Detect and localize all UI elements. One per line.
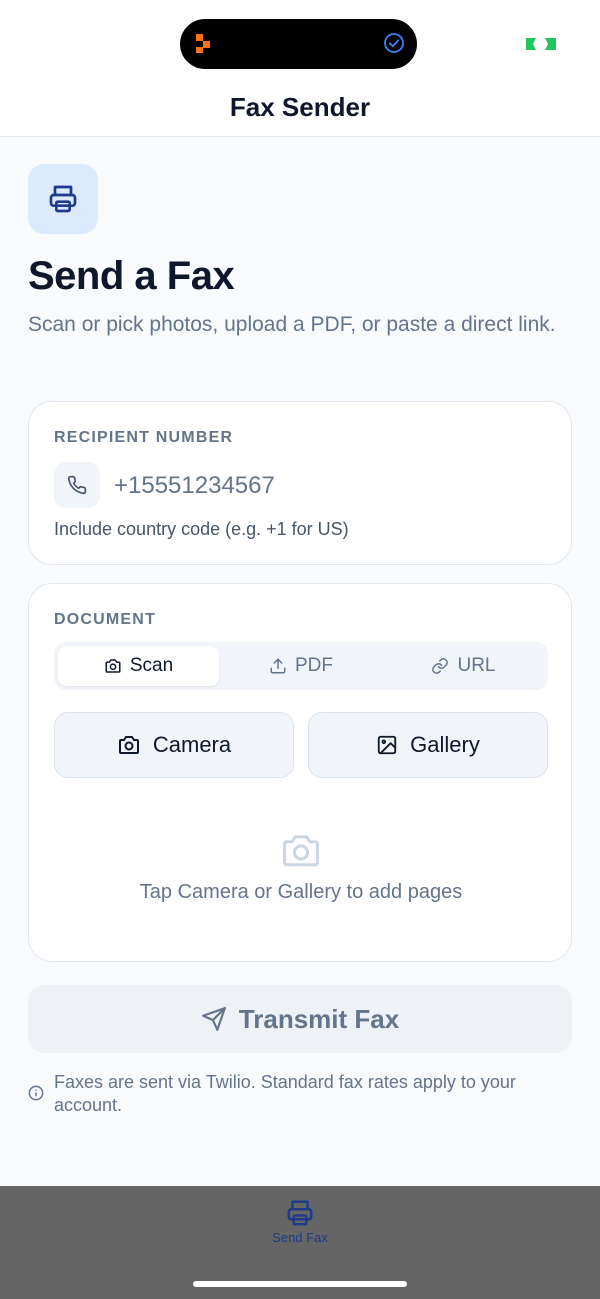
printer-badge [28,164,98,234]
app-activity-icon [196,34,210,53]
billing-note: Faxes are sent via Twilio. Standard fax … [54,1072,516,1115]
phone-icon [67,475,87,495]
tab-scan[interactable]: Scan [58,646,219,686]
recipient-helper-text: Include country code (e.g. +1 for US) [54,519,349,539]
bottom-tab-bar: Send Fax [0,1186,600,1299]
battery-icon [526,38,556,50]
recipient-card: RECIPIENT NUMBER Include country code (e… [28,401,572,565]
upload-icon [270,658,286,674]
nav-send-fax-label: Send Fax [272,1230,328,1245]
recipient-label: RECIPIENT NUMBER [54,429,234,446]
recipient-number-input[interactable] [114,464,534,508]
dynamic-island [180,19,417,69]
document-card: DOCUMENT Scan PDF URL Camera Gallery Tap… [28,583,572,962]
tab-url-label: URL [457,655,496,676]
hero-title: Send a Fax [28,254,235,298]
phone-icon-box [54,462,100,508]
camera-placeholder-icon [283,835,319,867]
transmit-fax-label: Transmit Fax [238,1003,400,1034]
send-icon [201,1007,226,1031]
camera-button[interactable]: Camera [54,712,294,778]
tab-scan-label: Scan [129,655,174,676]
empty-state-text: Tap Camera or Gallery to add pages [139,881,463,903]
info-icon [28,1085,44,1101]
gallery-button-label: Gallery [410,732,480,757]
top-bar: Fax Sender [0,0,600,137]
tab-pdf-label: PDF [295,655,333,676]
printer-icon [49,185,77,213]
check-circle-icon [384,33,404,53]
link-icon [432,658,449,674]
printer-icon [287,1200,313,1226]
tab-url[interactable]: URL [383,646,544,686]
hero-subtitle: Scan or pick photos, upload a PDF, or pa… [28,313,556,336]
home-indicator[interactable] [193,1281,407,1287]
camera-icon [105,659,121,673]
image-icon [377,735,397,755]
nav-send-fax[interactable]: Send Fax [250,1198,350,1250]
tab-pdf[interactable]: PDF [219,646,383,686]
camera-button-label: Camera [152,732,232,757]
document-source-tabs: Scan PDF URL [54,642,548,690]
transmit-fax-button[interactable]: Transmit Fax [28,985,572,1053]
document-label: DOCUMENT [54,611,157,628]
camera-icon [118,736,139,754]
page-title: Fax Sender [229,92,371,122]
gallery-button[interactable]: Gallery [308,712,548,778]
